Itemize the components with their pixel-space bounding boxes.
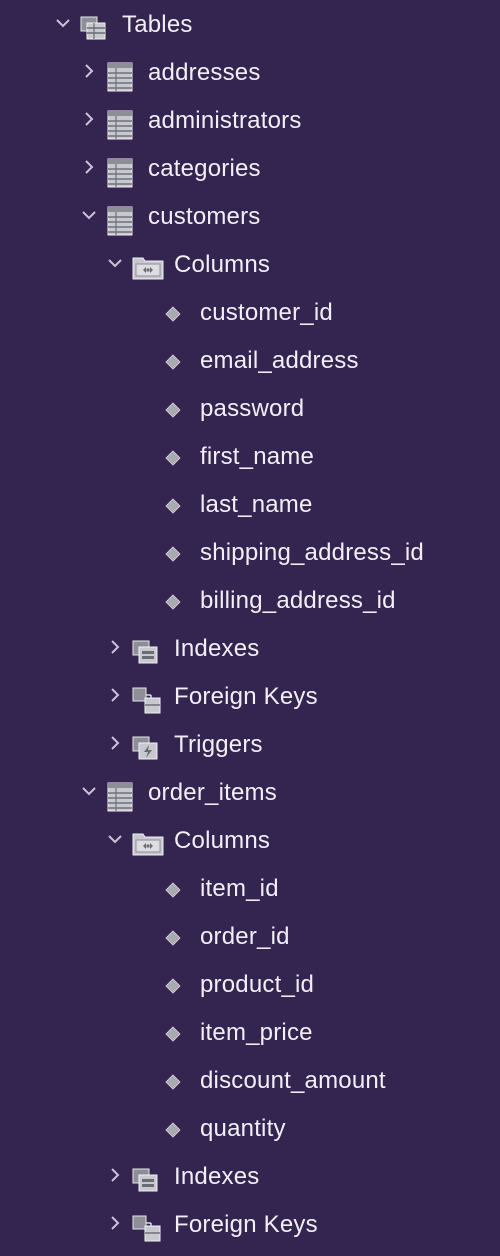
tree-node-label: last_name [200,491,313,518]
tree-node-label: Indexes [174,635,260,662]
chevron-right-icon[interactable] [106,638,124,656]
tree-node-label: Indexes [174,1163,260,1190]
table-icon [107,206,133,236]
table-icon [107,62,133,92]
columns-folder-icon [132,830,164,856]
indexes-icon [132,1166,162,1194]
triggers-icon [132,734,162,762]
tree-node-tables[interactable]: Tables [0,0,500,48]
chevron-down-icon[interactable] [80,206,98,224]
tree-node-label: Columns [174,827,271,854]
tree-node-column[interactable]: customer_id [0,288,500,336]
foreign-keys-icon [132,1214,162,1242]
tree-node-label: billing_address_id [200,587,396,614]
column-diamond-icon [163,1120,183,1140]
tree-node-column[interactable]: first_name [0,432,500,480]
chevron-right-icon[interactable] [80,158,98,176]
chevron-right-icon[interactable] [80,62,98,80]
chevron-down-icon[interactable] [80,782,98,800]
tree-node-column[interactable]: email_address [0,336,500,384]
chevron-down-icon[interactable] [106,830,124,848]
tree-node-column[interactable]: last_name [0,480,500,528]
tree-node-label: customer_id [200,299,333,326]
tree-node-column[interactable]: billing_address_id [0,576,500,624]
tree-node-label: email_address [200,347,359,374]
tree-node-label: item_id [200,875,279,902]
tree-node-label: Columns [174,251,271,278]
tree-node-column[interactable]: quantity [0,1104,500,1152]
column-diamond-icon [163,928,183,948]
column-diamond-icon [163,400,183,420]
tree-node-label: Triggers [174,731,263,758]
tree-node-label: addresses [148,59,261,86]
indexes-icon [132,638,162,666]
tree-node-column[interactable]: item_price [0,1008,500,1056]
tree-node-column[interactable]: password [0,384,500,432]
tree-node-table[interactable]: customers [0,192,500,240]
tree-node-foreign-keys[interactable]: Foreign Keys [0,672,500,720]
column-diamond-icon [163,592,183,612]
chevron-down-icon[interactable] [54,14,72,32]
tree-node-table[interactable]: addresses [0,48,500,96]
tree-node-label: order_items [148,779,277,806]
tree-node-label: shipping_address_id [200,539,424,566]
tree-node-column[interactable]: item_id [0,864,500,912]
tree-node-columns[interactable]: Columns [0,240,500,288]
tree-node-label: first_name [200,443,315,470]
column-diamond-icon [163,880,183,900]
tree-node-triggers[interactable]: Triggers [0,720,500,768]
table-icon [107,158,133,188]
column-diamond-icon [163,496,183,516]
tree-node-label: order_id [200,923,290,950]
tables-group-icon [80,14,110,42]
chevron-right-icon[interactable] [106,686,124,704]
tree-node-label: customers [148,203,261,230]
tree-node-columns[interactable]: Columns [0,816,500,864]
column-diamond-icon [163,1024,183,1044]
tree-node-label: discount_amount [200,1067,386,1094]
tree-node-label: categories [148,155,261,182]
chevron-right-icon[interactable] [106,734,124,752]
chevron-right-icon[interactable] [80,110,98,128]
tree-node-label: Tables [122,11,193,38]
tree-node-column[interactable]: discount_amount [0,1056,500,1104]
schema-tree: Tables addresses administrators categori… [0,0,500,1256]
column-diamond-icon [163,304,183,324]
tree-node-label: Foreign Keys [174,683,318,710]
column-diamond-icon [163,976,183,996]
column-diamond-icon [163,544,183,564]
tree-node-label: Foreign Keys [174,1211,318,1238]
chevron-right-icon[interactable] [106,1214,124,1232]
tree-node-column[interactable]: order_id [0,912,500,960]
column-diamond-icon [163,352,183,372]
tree-node-label: item_price [200,1019,313,1046]
tree-node-label: administrators [148,107,302,134]
tree-node-table[interactable]: categories [0,144,500,192]
tree-node-label: password [200,395,305,422]
tree-node-indexes[interactable]: Indexes [0,1152,500,1200]
chevron-right-icon[interactable] [106,1166,124,1184]
tree-node-label: quantity [200,1115,286,1142]
tree-node-label: product_id [200,971,315,998]
table-icon [107,110,133,140]
tree-node-column[interactable]: product_id [0,960,500,1008]
column-diamond-icon [163,1072,183,1092]
table-icon [107,782,133,812]
tree-node-column[interactable]: shipping_address_id [0,528,500,576]
tree-node-foreign-keys[interactable]: Foreign Keys [0,1200,500,1248]
tree-node-table[interactable]: order_items [0,768,500,816]
tree-node-indexes[interactable]: Indexes [0,624,500,672]
chevron-down-icon[interactable] [106,254,124,272]
column-diamond-icon [163,448,183,468]
columns-folder-icon [132,254,164,280]
foreign-keys-icon [132,686,162,714]
tree-node-table[interactable]: administrators [0,96,500,144]
